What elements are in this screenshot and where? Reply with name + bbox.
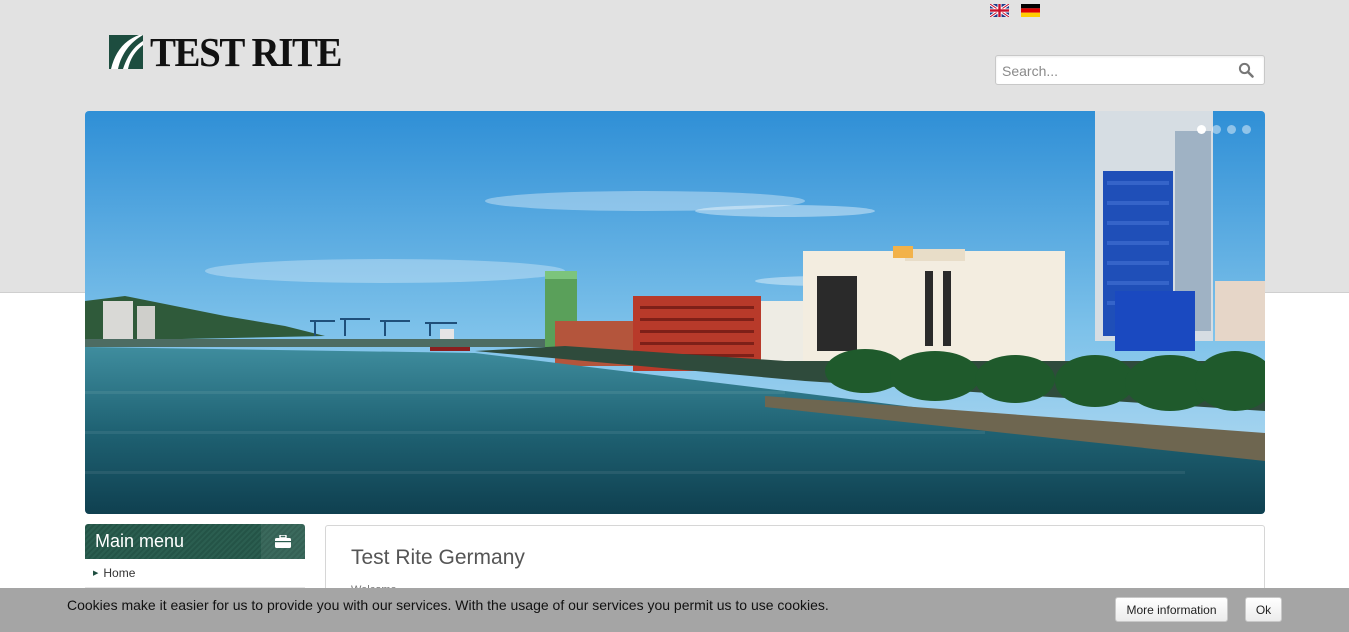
search-input[interactable]: [1002, 61, 1227, 80]
page-title: Test Rite Germany: [351, 546, 525, 569]
logo[interactable]: TEST RITE: [109, 29, 351, 75]
cookie-bar: Cookies make it easier for us to provide…: [0, 588, 1349, 632]
slider-dot-3[interactable]: [1227, 125, 1236, 134]
main-menu-header: Main menu: [85, 524, 305, 559]
harbor-city-image: [85, 111, 1265, 514]
menu-item-home[interactable]: ▶ Home: [85, 559, 305, 587]
slider-pagination: [1197, 125, 1251, 134]
main-menu: Main menu ▶ Home: [85, 524, 305, 588]
main-menu-list: ▶ Home: [85, 559, 305, 588]
slider-dot-1[interactable]: [1197, 125, 1206, 134]
main-menu-title: Main menu: [95, 531, 185, 551]
ok-button[interactable]: Ok: [1245, 597, 1282, 622]
language-switcher: [990, 4, 1040, 17]
slider-dot-4[interactable]: [1242, 125, 1251, 134]
slider-dot-2[interactable]: [1212, 125, 1221, 134]
germany-flag-icon[interactable]: [1021, 4, 1040, 17]
logo-mark-icon: [109, 35, 143, 69]
cookie-message: Cookies make it easier for us to provide…: [67, 597, 829, 613]
hero-slider[interactable]: [85, 111, 1265, 514]
briefcase-icon: [261, 524, 305, 559]
logo-text: TEST RITE: [150, 29, 342, 75]
uk-flag-icon[interactable]: [990, 4, 1009, 17]
caret-right-icon: ▶: [93, 570, 99, 577]
search-icon[interactable]: [1238, 62, 1254, 78]
menu-item-label: Home: [103, 566, 136, 580]
search-box: [995, 55, 1265, 85]
more-information-button[interactable]: More information: [1115, 597, 1228, 622]
